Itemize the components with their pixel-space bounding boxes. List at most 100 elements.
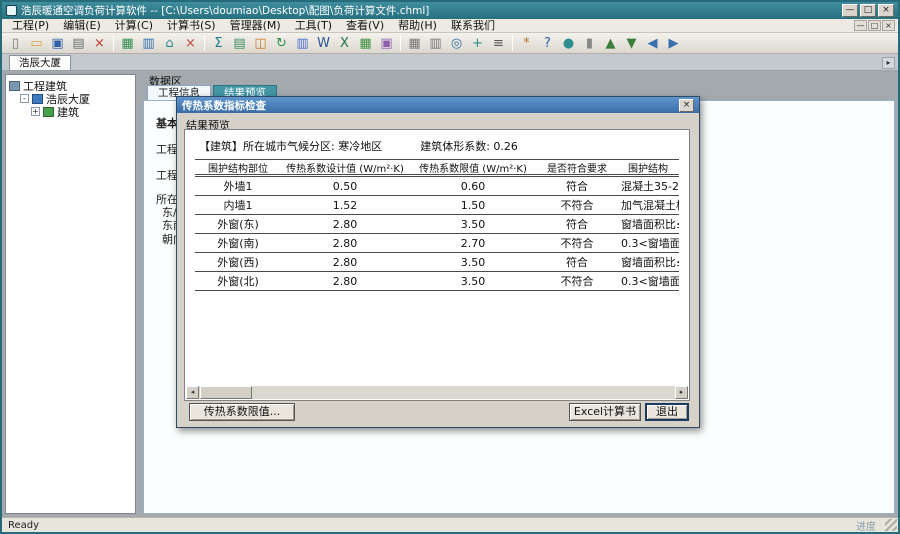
exit-button[interactable]: 退出 <box>645 403 689 421</box>
table-cell: 符合 <box>537 178 617 194</box>
child-restore-icon[interactable]: □ <box>868 20 881 31</box>
shape-factor-text: 建筑体形系数: 0.26 <box>420 138 518 154</box>
left-arrow-icon[interactable]: ◀ <box>642 34 663 53</box>
table-row[interactable]: 外窗(西)2.803.50符合窗墙面积比≤0.2 <box>195 253 679 272</box>
table-row[interactable]: 外窗(东)2.803.50符合窗墙面积比≤0.2 <box>195 215 679 234</box>
child-minimize-icon[interactable]: — <box>854 20 867 31</box>
open-folder-icon[interactable]: ▭ <box>26 34 47 53</box>
project-icon <box>9 81 20 91</box>
expand-toggle-icon[interactable]: - <box>20 94 29 103</box>
layers-icon[interactable]: ≡ <box>488 34 509 53</box>
toolbar-separator <box>512 36 513 51</box>
menu-item-1[interactable]: 工程(P) <box>5 19 56 33</box>
zoom-icon[interactable]: ◎ <box>446 34 467 53</box>
table-cell: 混凝土35-240-4 <box>617 178 679 194</box>
pan-icon[interactable]: + <box>467 34 488 53</box>
maximize-icon[interactable]: □ <box>860 4 876 17</box>
table-cell: 不符合 <box>537 197 617 213</box>
table-cell: 内墙1 <box>195 197 281 213</box>
menu-item-7[interactable]: 查看(V) <box>339 19 391 33</box>
table-cell: 符合 <box>537 254 617 270</box>
lock-icon[interactable]: ▮ <box>579 34 600 53</box>
minimize-icon[interactable]: — <box>842 4 858 17</box>
scroll-right-icon[interactable]: ▸ <box>675 386 688 399</box>
table-row[interactable]: 外窗(北)2.803.50不符合0.3<窗墙面积比 <box>195 272 679 291</box>
table-cell: 不符合 <box>537 235 617 251</box>
calc-book-icon[interactable]: ▤ <box>229 34 250 53</box>
block-icon <box>43 107 54 117</box>
app-icon <box>6 5 17 16</box>
heat-transfer-check-dialog: 传热系数指标检查 × 结果预览 【建筑】所在城市气候分区: 寒冷地区 建筑体形系… <box>176 96 700 428</box>
expand-toggle-icon[interactable]: + <box>31 107 40 116</box>
help-icon[interactable]: ? <box>537 34 558 53</box>
right-arrow-icon[interactable]: ▶ <box>663 34 684 53</box>
scroll-left-icon[interactable]: ◂ <box>186 386 199 399</box>
tab-scroll-right-icon[interactable]: ▸ <box>882 57 895 69</box>
resize-grip-icon[interactable] <box>885 519 897 531</box>
col-header-3: 传热系数限值 (W/m²·K) <box>409 160 537 175</box>
scrollbar-thumb[interactable] <box>200 386 252 399</box>
table-cell: 窗墙面积比≤0.2 <box>617 254 679 270</box>
menu-item-6[interactable]: 工具(T) <box>288 19 339 33</box>
settings-icon[interactable]: * <box>516 34 537 53</box>
climate-zone-text: 【建筑】所在城市气候分区: 寒冷地区 <box>199 138 382 154</box>
image-icon[interactable]: ▣ <box>376 34 397 53</box>
dialog-title: 传热系数指标检查 <box>182 98 266 113</box>
table-cell: 2.70 <box>409 237 537 250</box>
col-header-4: 是否符合要求 <box>537 160 617 175</box>
table-cell: 0.60 <box>409 180 537 193</box>
dialog-title-bar[interactable]: 传热系数指标检查 × <box>177 97 699 113</box>
building-manager-icon[interactable]: ▥ <box>138 34 159 53</box>
new-file-icon[interactable]: ▯ <box>5 34 26 53</box>
menu-item-8[interactable]: 帮助(H) <box>391 19 444 33</box>
menu-item-9[interactable]: 联系我们 <box>444 19 502 33</box>
room-manager-icon[interactable]: ⌂ <box>159 34 180 53</box>
up-arrow-icon[interactable]: ▲ <box>600 34 621 53</box>
col-header-1: 围护结构部位 <box>195 160 281 175</box>
excel-report-button[interactable]: Excel计算书 <box>569 403 641 421</box>
table-row[interactable]: 外窗(南)2.802.70不符合0.3<窗墙面积比 <box>195 234 679 253</box>
excel-report-icon[interactable]: X <box>334 34 355 53</box>
chart-icon[interactable]: ▥ <box>292 34 313 53</box>
print-icon[interactable]: ▤ <box>68 34 89 53</box>
project-manager-icon[interactable]: ▦ <box>117 34 138 53</box>
close-icon[interactable]: × <box>878 4 894 17</box>
toolbar-separator <box>113 36 114 51</box>
menu-item-5[interactable]: 管理器(M) <box>223 19 288 33</box>
table-icon[interactable]: ▦ <box>355 34 376 53</box>
table-cell: 0.50 <box>281 180 409 193</box>
dialog-close-icon[interactable]: × <box>679 99 694 112</box>
word-report-icon[interactable]: W <box>313 34 334 53</box>
status-ready-text: Ready <box>8 520 39 531</box>
horizontal-scrollbar[interactable]: ◂ ▸ <box>186 386 688 399</box>
toolbar-separator <box>400 36 401 51</box>
tree-node-2[interactable]: + 建筑 <box>9 105 132 118</box>
table-cell: 符合 <box>537 216 617 232</box>
grid-icon[interactable]: ▦ <box>404 34 425 53</box>
heat-check-icon[interactable]: ◫ <box>250 34 271 53</box>
delete-item-icon[interactable]: × <box>180 34 201 53</box>
load-calc-icon[interactable]: Σ <box>208 34 229 53</box>
table-cell: 加气混凝土板(00 <box>617 197 679 213</box>
child-close-icon[interactable]: × <box>882 20 895 31</box>
table-cell: 3.50 <box>409 218 537 231</box>
menu-item-3[interactable]: 计算(C) <box>108 19 160 33</box>
refresh-icon[interactable]: ↻ <box>271 34 292 53</box>
table-row[interactable]: 内墙11.521.50不符合加气混凝土板(00 <box>195 196 679 215</box>
down-arrow-icon[interactable]: ▼ <box>621 34 642 53</box>
document-tab[interactable]: 浩辰大厦 <box>9 55 71 70</box>
dialog-button-row: 传热系数限值... Excel计算书 退出 <box>177 403 699 421</box>
globe-icon[interactable]: ● <box>558 34 579 53</box>
limit-values-button[interactable]: 传热系数限值... <box>189 403 295 421</box>
menu-item-2[interactable]: 编辑(E) <box>56 19 108 33</box>
columns-icon[interactable]: ▥ <box>425 34 446 53</box>
table-row[interactable]: 外墙10.500.60符合混凝土35-240-4 <box>195 177 679 196</box>
menu-item-4[interactable]: 计算书(S) <box>160 19 223 33</box>
table-cell: 外窗(东) <box>195 216 281 232</box>
delete-icon[interactable]: × <box>89 34 110 53</box>
save-icon[interactable]: ▣ <box>47 34 68 53</box>
tree-node-label: 建筑 <box>57 104 79 120</box>
table-cell: 3.50 <box>409 256 537 269</box>
table-cell: 2.80 <box>281 256 409 269</box>
result-table: 围护结构部位传热系数设计值 (W/m²·K)传热系数限值 (W/m²·K)是否符… <box>195 159 679 291</box>
